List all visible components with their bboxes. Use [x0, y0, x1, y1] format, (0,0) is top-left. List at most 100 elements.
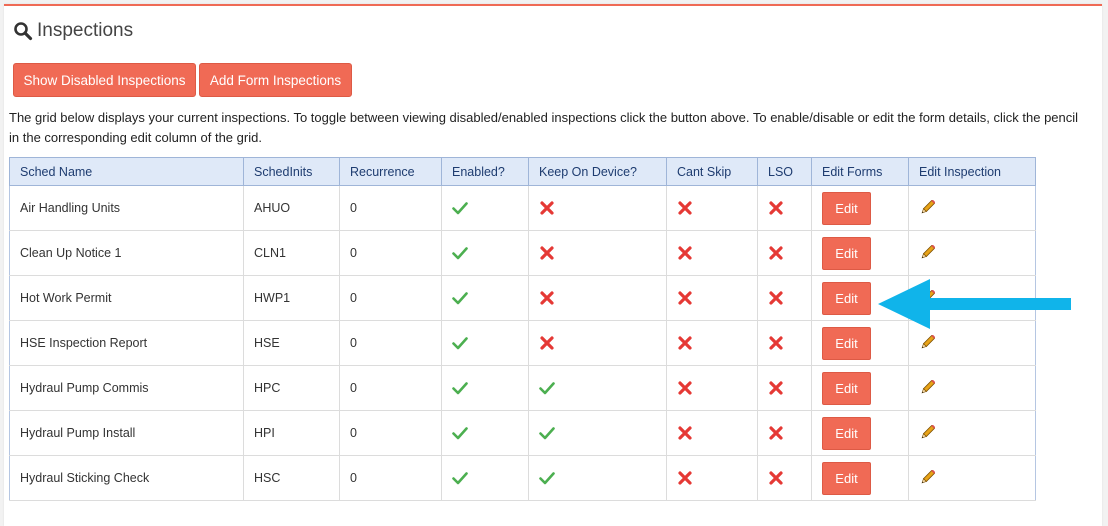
recurrence-cell: 0	[339, 410, 442, 456]
column-header-recurrence[interactable]: Recurrence	[339, 157, 442, 186]
x-icon	[768, 245, 784, 260]
edit-forms-button[interactable]: Edit	[822, 416, 871, 450]
check-icon	[452, 335, 468, 350]
cant-skip-cell	[666, 365, 758, 411]
sched-inits-cell: AHUO	[243, 185, 340, 231]
sched-name-cell: Air Handling Units	[9, 185, 244, 231]
edit-forms-button[interactable]: Edit	[822, 191, 871, 225]
pencil-icon[interactable]	[919, 470, 935, 484]
pencil-icon[interactable]	[919, 245, 935, 259]
pencil-icon[interactable]	[919, 335, 935, 349]
cant-skip-cell	[666, 275, 758, 321]
enabled-cell	[441, 230, 529, 276]
table-row: Hydraul Pump Install HPI 0 Edit	[9, 410, 1036, 456]
arrow-left-icon	[878, 279, 1071, 329]
x-icon	[677, 200, 693, 215]
edit-forms-cell: Edit	[811, 455, 909, 501]
column-header-schedinits[interactable]: SchedInits	[243, 157, 340, 186]
enabled-cell	[441, 275, 529, 321]
x-icon	[539, 290, 555, 305]
pencil-icon[interactable]	[919, 200, 935, 214]
column-header-cant-skip[interactable]: Cant Skip	[666, 157, 758, 186]
keep-on-device-cell	[528, 320, 667, 366]
column-header-lso[interactable]: LSO	[757, 157, 812, 186]
check-icon	[452, 245, 468, 260]
table-row: Hydraul Sticking Check HSC 0 Edit	[9, 455, 1036, 501]
lso-cell	[757, 320, 812, 366]
edit-forms-button[interactable]: Edit	[822, 461, 871, 495]
keep-on-device-cell	[528, 455, 667, 501]
lso-cell	[757, 275, 812, 321]
column-header-edit-forms: Edit Forms	[811, 157, 909, 186]
grid-description: The grid below displays your current ins…	[9, 110, 1079, 145]
pencil-icon[interactable]	[919, 380, 935, 394]
sched-name-cell: Hot Work Permit	[9, 275, 244, 321]
sched-inits-cell: CLN1	[243, 230, 340, 276]
cant-skip-cell	[666, 410, 758, 456]
x-icon	[539, 335, 555, 350]
check-icon	[539, 380, 555, 395]
enabled-cell	[441, 455, 529, 501]
edit-inspection-cell	[908, 410, 1036, 456]
x-icon	[768, 470, 784, 485]
lso-cell	[757, 365, 812, 411]
enabled-cell	[441, 410, 529, 456]
edit-forms-cell: Edit	[811, 185, 909, 231]
sched-name-cell: Clean Up Notice 1	[9, 230, 244, 276]
edit-forms-button[interactable]: Edit	[822, 281, 871, 315]
recurrence-cell: 0	[339, 230, 442, 276]
recurrence-cell: 0	[339, 455, 442, 501]
recurrence-cell: 0	[339, 365, 442, 411]
sched-inits-cell: HSE	[243, 320, 340, 366]
edit-inspection-cell	[908, 365, 1036, 411]
x-icon	[768, 200, 784, 215]
edit-forms-cell: Edit	[811, 365, 909, 411]
check-icon	[452, 425, 468, 440]
sched-inits-cell: HPC	[243, 365, 340, 411]
enabled-cell	[441, 320, 529, 366]
column-header-enabled[interactable]: Enabled?	[441, 157, 529, 186]
column-header-sched-name[interactable]: Sched Name	[9, 157, 244, 186]
cant-skip-cell	[666, 185, 758, 231]
x-icon	[677, 380, 693, 395]
cant-skip-cell	[666, 320, 758, 366]
cant-skip-cell	[666, 230, 758, 276]
show-disabled-inspections-button[interactable]: Show Disabled Inspections	[13, 63, 196, 97]
page-title-text: Inspections	[37, 20, 134, 41]
pencil-icon[interactable]	[919, 425, 935, 439]
table-row: Hydraul Pump Commis HPC 0 Edit	[9, 365, 1036, 411]
keep-on-device-cell	[528, 185, 667, 231]
grid-header-row: Sched Name SchedInits Recurrence Enabled…	[9, 157, 1036, 186]
page-title: Inspections	[13, 18, 133, 44]
x-icon	[768, 335, 784, 350]
check-icon	[452, 290, 468, 305]
keep-on-device-cell	[528, 410, 667, 456]
recurrence-cell: 0	[339, 185, 442, 231]
check-icon	[452, 470, 468, 485]
column-header-edit-inspection: Edit Inspection	[908, 157, 1036, 186]
sched-inits-cell: HPI	[243, 410, 340, 456]
sched-name-cell: Hydraul Pump Install	[9, 410, 244, 456]
keep-on-device-cell	[528, 230, 667, 276]
edit-forms-button[interactable]: Edit	[822, 326, 871, 360]
x-icon	[768, 380, 784, 395]
edit-inspection-cell	[908, 455, 1036, 501]
enabled-cell	[441, 185, 529, 231]
sched-inits-cell: HWP1	[243, 275, 340, 321]
check-icon	[539, 425, 555, 440]
x-icon	[677, 470, 693, 485]
edit-forms-button[interactable]: Edit	[822, 236, 871, 270]
sched-name-cell: Hydraul Sticking Check	[9, 455, 244, 501]
check-icon	[539, 470, 555, 485]
sched-name-cell: Hydraul Pump Commis	[9, 365, 244, 411]
inspections-grid: Sched Name SchedInits Recurrence Enabled…	[9, 157, 1036, 501]
keep-on-device-cell	[528, 275, 667, 321]
recurrence-cell: 0	[339, 275, 442, 321]
edit-forms-button[interactable]: Edit	[822, 371, 871, 405]
sched-name-cell: HSE Inspection Report	[9, 320, 244, 366]
add-form-inspections-button[interactable]: Add Form Inspections	[199, 63, 352, 97]
lso-cell	[757, 185, 812, 231]
column-header-keep-on-device[interactable]: Keep On Device?	[528, 157, 667, 186]
enabled-cell	[441, 365, 529, 411]
check-icon	[452, 200, 468, 215]
